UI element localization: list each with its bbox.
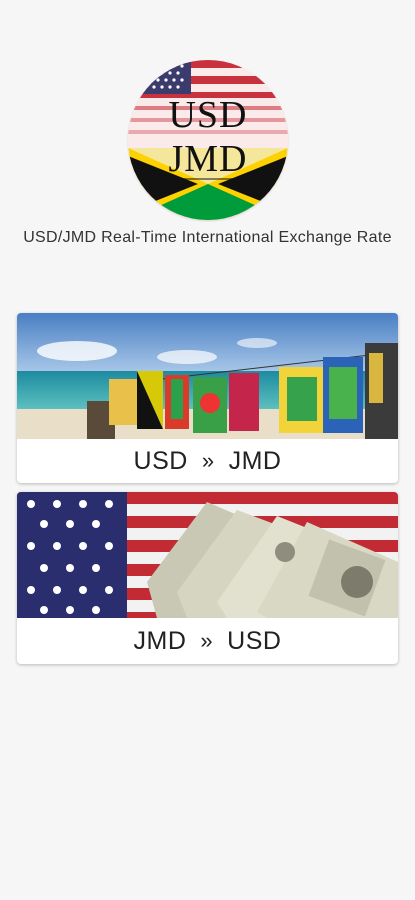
jmd-to-usd-label: JMD » USD (17, 618, 398, 664)
logo-line-1: USD (168, 94, 248, 136)
from-currency: JMD (133, 626, 187, 655)
double-chevron-right-icon: » (201, 448, 215, 473)
app-logo: USD JMD (128, 60, 288, 220)
logo-line-2: JMD (168, 138, 248, 180)
usd-to-jmd-card[interactable]: USD » JMD (17, 313, 398, 483)
beach-flags-image (17, 313, 398, 439)
page-subtitle: USD/JMD Real-Time International Exchange… (23, 229, 392, 246)
to-currency: JMD (228, 446, 282, 475)
us-flag-dollars-image (17, 492, 398, 618)
usd-to-jmd-label: USD » JMD (17, 439, 398, 483)
to-currency: USD (227, 626, 282, 655)
double-chevron-right-icon: » (200, 628, 214, 653)
jmd-to-usd-card[interactable]: JMD » USD (17, 492, 398, 664)
from-currency: USD (133, 446, 188, 475)
